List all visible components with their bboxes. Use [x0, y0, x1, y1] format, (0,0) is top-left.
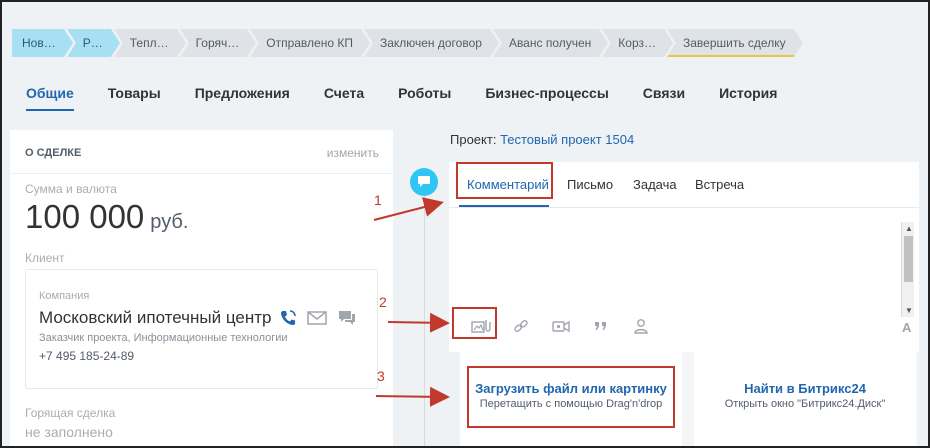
client-box: Компания Московский ипотечный центр Зака… — [25, 269, 378, 389]
tab-task[interactable]: Задача — [633, 177, 677, 192]
arrow-2 — [387, 312, 450, 333]
deal-amount: 100 000 руб. — [25, 198, 188, 236]
timeline-line — [424, 182, 425, 446]
deal-tabs: Общие Товары Предложения Счета Роботы Би… — [26, 85, 811, 111]
scroll-up-icon[interactable]: ▲ — [905, 224, 913, 233]
client-label: Клиент — [25, 251, 65, 265]
project-link[interactable]: Тестовый проект 1504 — [500, 132, 634, 147]
mail-icon[interactable] — [307, 310, 327, 331]
project-label: Проект: — [450, 132, 497, 147]
tab-history[interactable]: История — [719, 85, 777, 111]
tab-offers[interactable]: Предложения — [195, 85, 290, 111]
annotation-number-1: 1 — [374, 192, 382, 208]
tab-invoices[interactable]: Счета — [324, 85, 364, 111]
tab-robots[interactable]: Роботы — [398, 85, 451, 111]
currency: руб. — [150, 211, 189, 233]
stage-contract[interactable]: Заключен договор — [363, 29, 499, 57]
crm-deal-page: Нов… Р… Тепл… Горяч… Отправлено КП Заклю… — [0, 0, 930, 448]
chat-icon[interactable] — [337, 309, 357, 332]
hot-deal-label: Горящая сделка — [25, 406, 116, 420]
sum-label: Сумма и валюта — [25, 182, 117, 196]
bitrix24-disk-title[interactable]: Найти в Битрикс24 — [694, 381, 916, 396]
company-phone[interactable]: +7 495 185-24-89 — [39, 349, 134, 363]
contact-actions — [279, 309, 357, 332]
company-description: Заказчик проекта, Информационные техноло… — [39, 332, 288, 344]
tab-products[interactable]: Товары — [108, 85, 161, 111]
user-icon — [634, 319, 648, 334]
annotation-number-3: 3 — [377, 368, 385, 384]
stage-basket[interactable]: Корз… — [602, 29, 673, 57]
link-icon — [514, 319, 528, 333]
stage-r[interactable]: Р… — [66, 29, 120, 57]
video-icon — [552, 320, 570, 333]
stage-warm[interactable]: Тепл… — [113, 29, 186, 57]
bitrix24-disk-card[interactable]: Найти в Битрикс24 Открыть окно "Битрикс2… — [694, 352, 916, 446]
quote-icon — [595, 322, 606, 330]
text-format-button[interactable]: A — [902, 320, 911, 335]
timeline-comment-icon — [410, 168, 438, 196]
insert-link-button[interactable] — [501, 314, 541, 338]
divider — [10, 173, 393, 174]
scroll-down-icon[interactable]: ▼ — [905, 306, 913, 315]
edit-link[interactable]: изменить — [327, 146, 379, 160]
tab-links[interactable]: Связи — [643, 85, 685, 111]
deal-info-card: О СДЕЛКЕ изменить Сумма и валюта 100 000… — [10, 130, 393, 446]
insert-video-button[interactable] — [541, 314, 581, 338]
bitrix24-disk-subtitle: Открыть окно "Битрикс24.Диск" — [724, 398, 886, 410]
highlight-attach-button — [452, 307, 497, 339]
deal-section-title: О СДЕЛКЕ — [25, 147, 82, 159]
stage-finish-deal[interactable]: Завершить сделку — [667, 29, 803, 57]
highlight-upload-file — [467, 366, 675, 428]
active-tab-underline — [459, 205, 549, 207]
stage-advance[interactable]: Аванс получен — [492, 29, 609, 57]
company-name[interactable]: Московский ипотечный центр — [39, 308, 271, 328]
tab-letter[interactable]: Письмо — [567, 177, 613, 192]
stage-hot[interactable]: Горяч… — [179, 29, 256, 57]
stage-bar: Нов… Р… Тепл… Горяч… Отправлено КП Заклю… — [12, 29, 803, 57]
annotation-number-2: 2 — [379, 294, 387, 310]
hot-deal-value: не заполнено — [25, 424, 113, 440]
mention-user-button[interactable] — [621, 314, 661, 338]
editor-scrollbar[interactable]: ▲ ▼ — [901, 222, 914, 317]
amount-value: 100 000 — [25, 198, 145, 235]
tab-meeting[interactable]: Встреча — [695, 177, 744, 192]
stage-new[interactable]: Нов… — [12, 29, 73, 57]
stage-offer-sent[interactable]: Отправлено КП — [250, 29, 370, 57]
insert-quote-button[interactable] — [581, 314, 621, 338]
tab-business-processes[interactable]: Бизнес-процессы — [485, 85, 608, 111]
highlight-comment-tab — [456, 162, 553, 199]
scroll-thumb[interactable] — [904, 236, 913, 282]
company-label: Компания — [39, 290, 90, 302]
tab-general[interactable]: Общие — [26, 85, 74, 111]
project-line: Проект: Тестовый проект 1504 — [450, 132, 634, 147]
phone-icon[interactable] — [279, 309, 297, 332]
